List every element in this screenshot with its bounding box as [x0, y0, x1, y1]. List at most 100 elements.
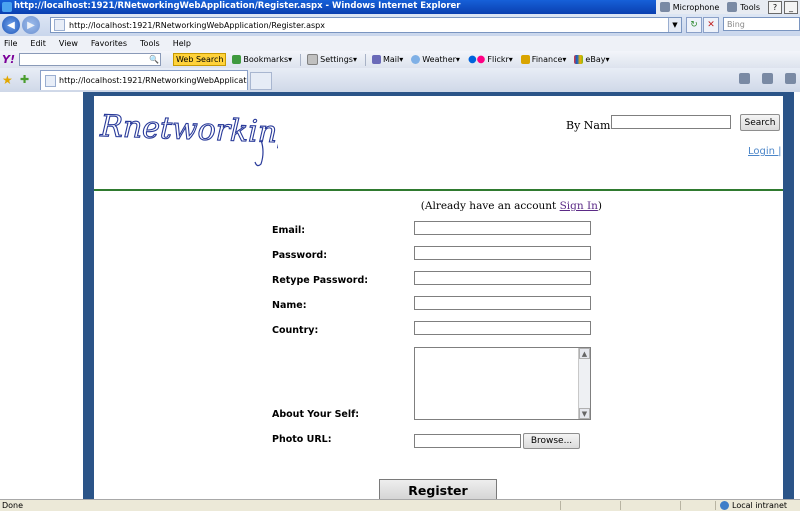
microphone-label: Microphone — [672, 2, 720, 12]
menu-help[interactable]: Help — [173, 39, 191, 48]
right-frame — [783, 92, 794, 499]
tab-title: http://localhost:1921/RNetworkingWebAppl… — [59, 76, 247, 85]
email-label: Email: — [272, 225, 306, 236]
cloud-icon — [411, 55, 421, 64]
menu-favorites[interactable]: Favorites — [91, 39, 127, 48]
menu-tools[interactable]: Tools — [140, 39, 160, 48]
settings-button[interactable]: Settings ▾ — [307, 54, 357, 65]
status-divider — [620, 501, 621, 510]
command-bar — [727, 73, 796, 84]
magnifier-icon[interactable]: 🔍 — [149, 55, 159, 64]
settings-label: Settings — [320, 55, 353, 64]
country-label: Country: — [272, 325, 319, 336]
bookmarks-button[interactable]: Bookmarks ▾ — [232, 55, 292, 64]
flickr-icon: ● — [467, 54, 477, 65]
scroll-down-icon[interactable]: ▼ — [579, 408, 590, 419]
microphone-button[interactable]: Microphone — [659, 2, 720, 12]
stop-button[interactable]: ✕ — [703, 17, 719, 33]
search-button[interactable]: Search — [740, 114, 780, 131]
title-bar-tools: Microphone Tools ? _ — [655, 0, 800, 14]
tab-row: ★ ✚ http://localhost:1921/RNetworkingWeb… — [0, 68, 800, 92]
address-field[interactable]: http://localhost:1921/RNetworkingWebAppl… — [50, 17, 682, 33]
email-field[interactable] — [414, 221, 591, 235]
home-icon[interactable] — [739, 73, 750, 84]
window-title: http://localhost:1921/RNetworkingWebAppl… — [14, 1, 461, 11]
register-button[interactable]: Register — [379, 479, 497, 501]
microphone-icon — [659, 2, 670, 12]
textarea-scrollbar[interactable]: ▲ ▼ — [578, 348, 590, 419]
about-textarea[interactable]: ▲ ▼ — [414, 347, 591, 420]
browse-button[interactable]: Browse... — [523, 433, 580, 449]
sign-in-link[interactable]: Sign In — [560, 200, 598, 212]
retype-password-label: Retype Password: — [272, 275, 369, 286]
status-divider — [680, 501, 681, 510]
password-field[interactable] — [414, 246, 591, 260]
left-gutter — [0, 92, 83, 499]
feeds-icon[interactable] — [762, 73, 773, 84]
yahoo-logo[interactable]: Y! — [2, 53, 15, 66]
refresh-button[interactable]: ↻ — [686, 17, 702, 33]
flickr-button[interactable]: ● ● Flickr ▾ — [468, 54, 513, 65]
status-bar: Done Local intranet — [0, 499, 800, 511]
right-gutter — [794, 92, 800, 499]
country-field[interactable] — [414, 321, 591, 335]
add-favorite-icon[interactable]: ✚ — [20, 73, 29, 86]
name-field[interactable] — [414, 296, 591, 310]
separator — [300, 53, 302, 66]
new-tab-button[interactable] — [250, 72, 272, 90]
finance-button[interactable]: Finance ▾ — [520, 55, 566, 64]
forward-arrow-icon: ▶ — [27, 19, 35, 31]
finance-label: Finance — [531, 55, 563, 64]
photo-url-field[interactable] — [414, 434, 521, 448]
separator — [364, 53, 366, 66]
password-label: Password: — [272, 250, 328, 261]
ebay-label: eBay — [585, 55, 606, 64]
zone-label: Local intranet — [732, 501, 788, 510]
scroll-up-icon[interactable]: ▲ — [579, 348, 590, 359]
security-zone[interactable]: Local intranet — [720, 501, 787, 510]
print-icon[interactable] — [785, 73, 796, 84]
menu-edit[interactable]: Edit — [30, 39, 46, 48]
back-button[interactable]: ◀ — [2, 16, 20, 34]
forward-button[interactable]: ▶ — [22, 16, 40, 34]
logo-text: Rnetworking — [99, 109, 278, 151]
web-search-button[interactable]: Web Search — [172, 53, 227, 66]
by-name-input[interactable] — [611, 115, 731, 129]
login-link[interactable]: Login | — [748, 146, 782, 157]
search-placeholder: Bing — [727, 19, 745, 29]
star-icon[interactable]: ★ — [2, 73, 13, 87]
ebay-button[interactable]: eBay ▾ — [574, 55, 609, 64]
photo-url-label: Photo URL: — [272, 434, 332, 445]
weather-button[interactable]: Weather ▾ — [411, 55, 460, 64]
page-icon — [54, 19, 65, 31]
yahoo-search-input[interactable] — [18, 53, 161, 66]
minimize-button[interactable]: _ — [784, 0, 798, 14]
status-divider — [715, 501, 716, 510]
tools-button[interactable]: Tools — [727, 2, 760, 12]
bookmarks-icon — [232, 55, 242, 64]
window-title-bar: http://localhost:1921/RNetworkingWebAppl… — [0, 0, 800, 14]
tab-register[interactable]: http://localhost:1921/RNetworkingWebAppl… — [40, 70, 248, 90]
search-input[interactable]: Bing — [723, 17, 800, 31]
status-divider — [560, 501, 561, 510]
already-text: (Already have an account — [420, 200, 560, 212]
mail-icon — [371, 55, 381, 64]
settings-icon — [307, 54, 319, 65]
refresh-icon: ↻ — [690, 20, 698, 30]
yahoo-toolbar: Y! 🔍 Web Search Bookmarks ▾ Settings ▾ Mai… — [0, 51, 800, 68]
menu-file[interactable]: File — [4, 39, 17, 48]
finance-icon — [520, 55, 530, 64]
page-content: Rnetworking By Name: Search Login | (Alr… — [94, 96, 783, 501]
menu-view[interactable]: View — [59, 39, 78, 48]
weather-label: Weather — [422, 55, 456, 64]
flickr-label: Flickr — [487, 55, 509, 64]
ebay-icon — [574, 55, 584, 64]
retype-password-field[interactable] — [414, 271, 591, 285]
about-label: About Your Self: — [272, 409, 360, 420]
site-logo[interactable]: Rnetworking — [98, 100, 278, 170]
bookmarks-label: Bookmarks — [243, 55, 289, 64]
header-divider — [94, 189, 783, 191]
mail-button[interactable]: Mail ▾ — [371, 55, 403, 64]
help-button[interactable]: ? — [768, 0, 782, 14]
chevron-down-icon[interactable]: ▼ — [668, 18, 681, 32]
